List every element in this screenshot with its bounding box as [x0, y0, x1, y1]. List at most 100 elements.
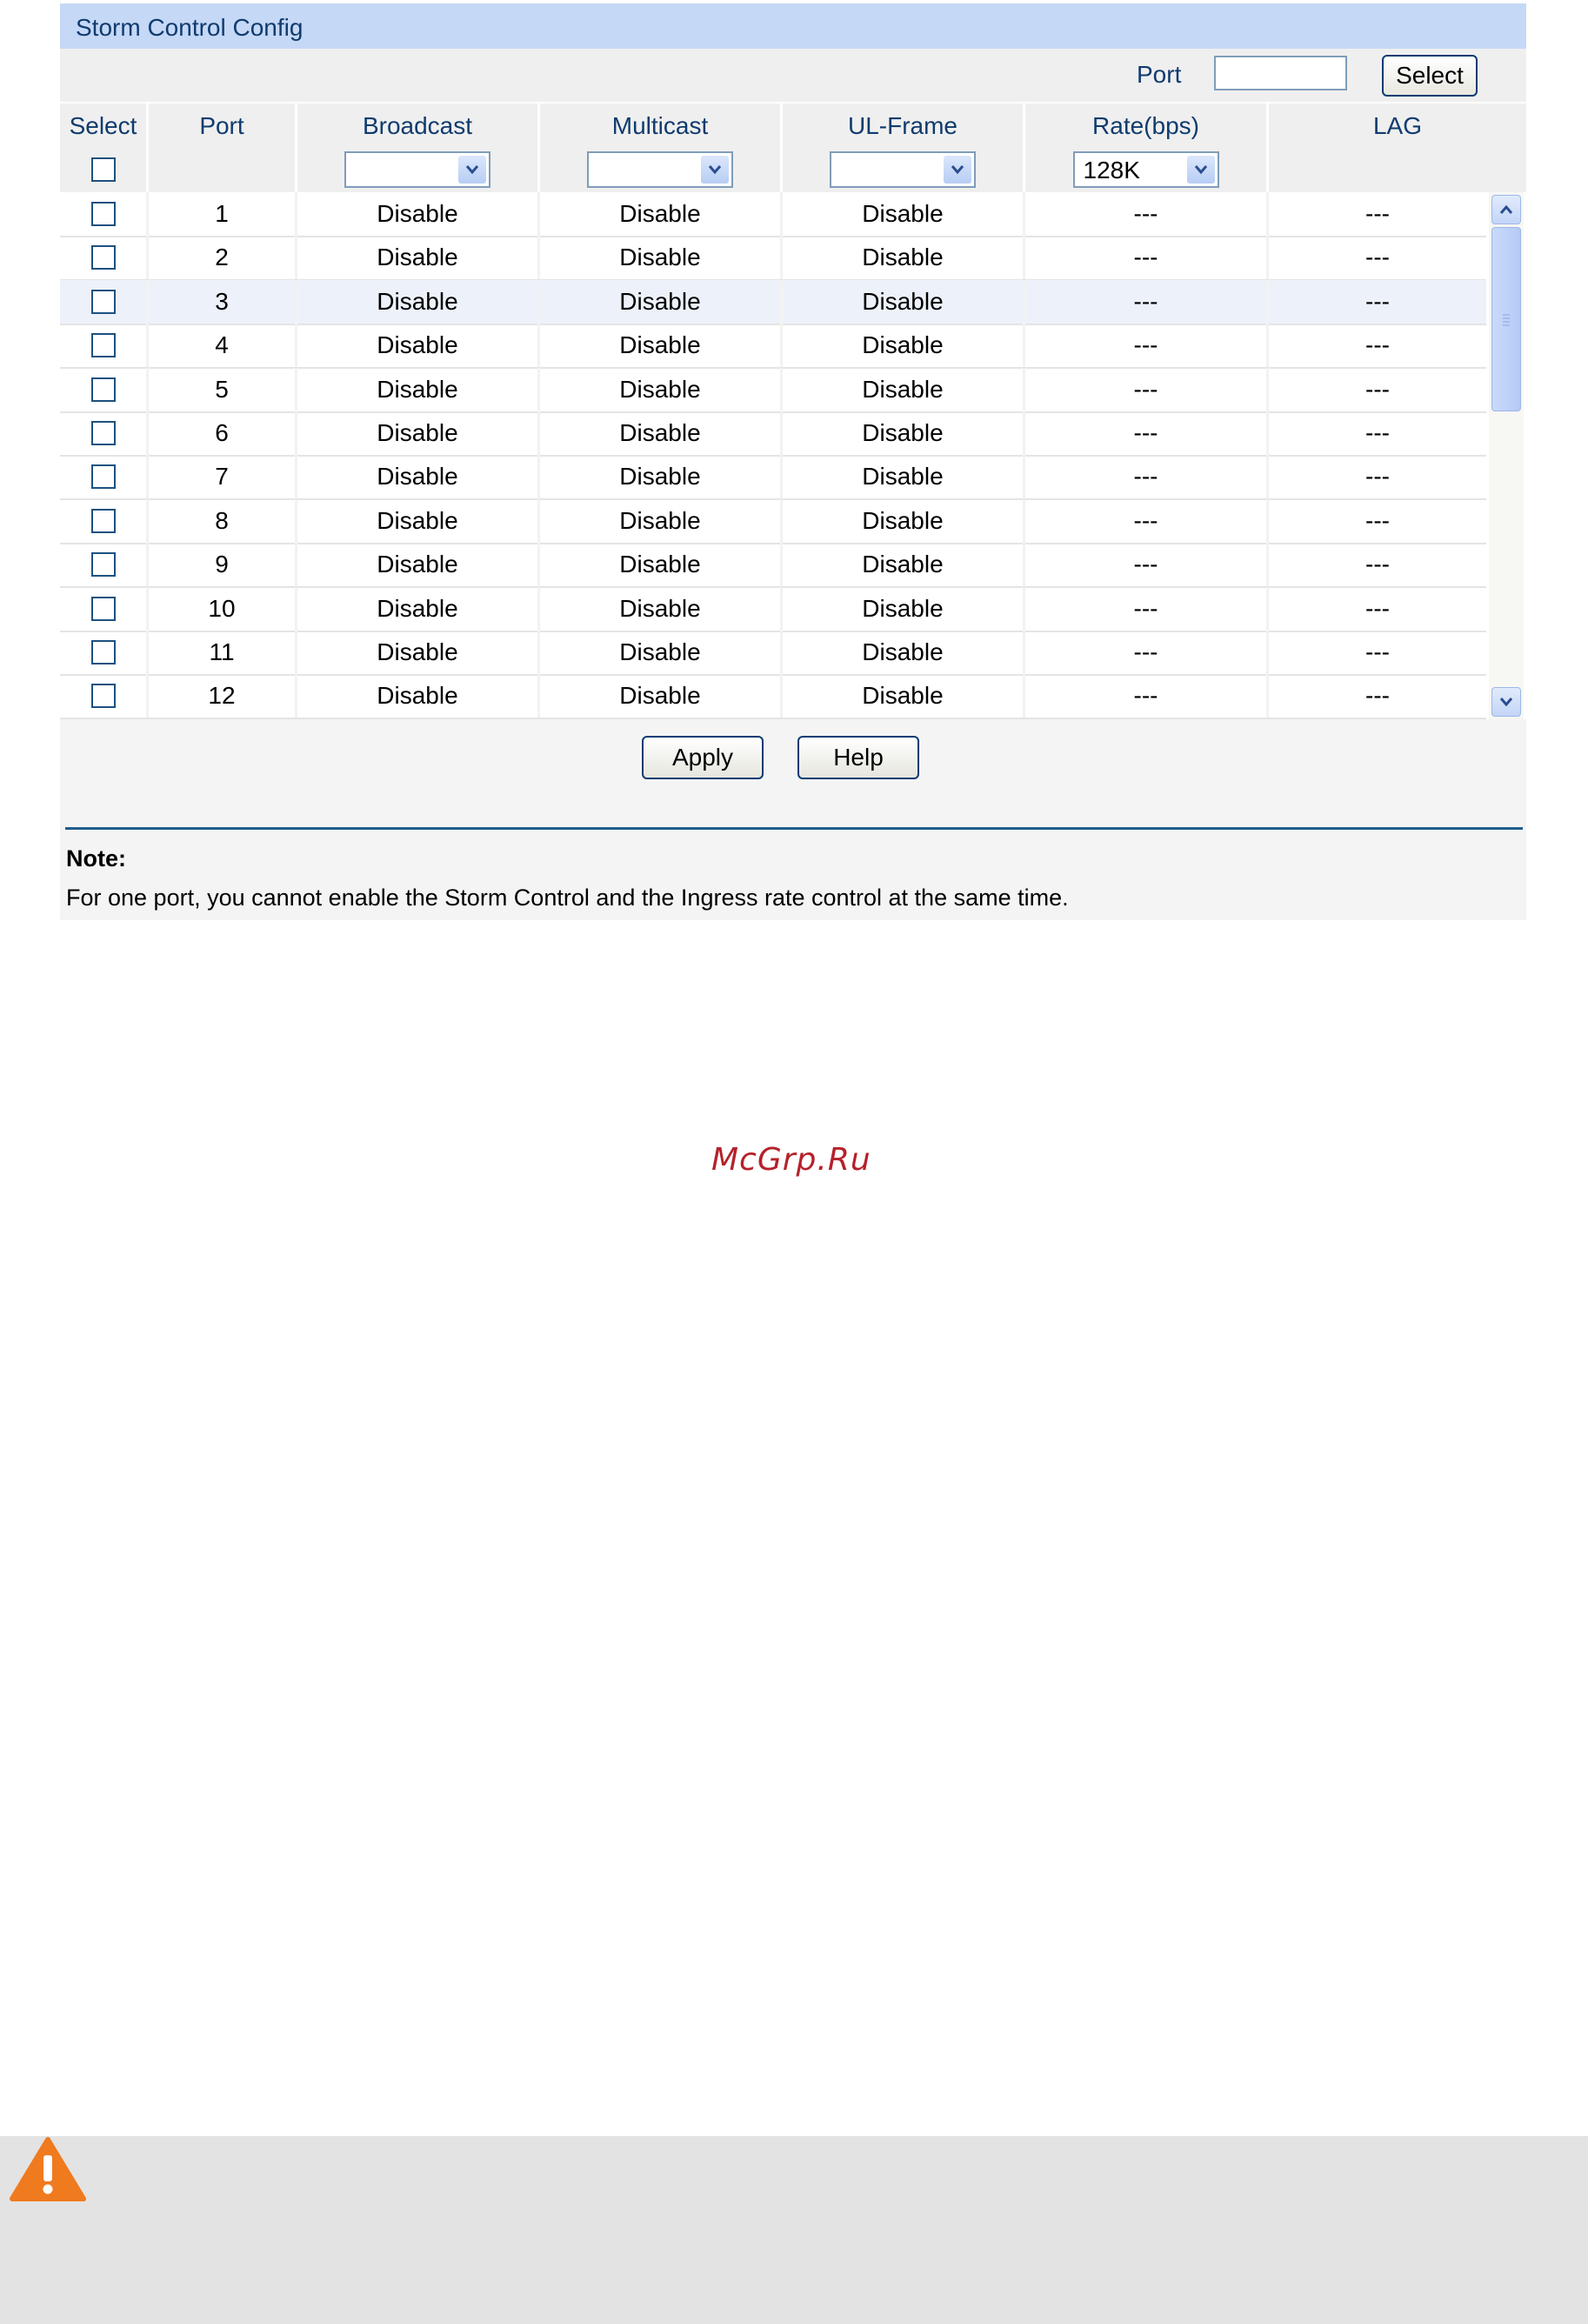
- table-row[interactable]: 4 Disable Disable Disable --- ---: [60, 324, 1486, 369]
- row-checkbox[interactable]: [90, 640, 116, 664]
- ul-frame-control-cell: [783, 147, 1025, 192]
- broadcast-value: Disable: [297, 631, 540, 674]
- lag-value: ---: [1365, 419, 1390, 446]
- lag-control-cell: [1269, 147, 1526, 192]
- multicast-value: Disable: [540, 499, 783, 543]
- row-checkbox[interactable]: [90, 245, 116, 270]
- port-label: Port: [1137, 61, 1182, 88]
- table-row[interactable]: 1 Disable Disable Disable --- ---: [60, 192, 1486, 237]
- broadcast-value: Disable: [297, 543, 540, 586]
- broadcast-value: Disable: [297, 192, 540, 236]
- port-number: 5: [149, 368, 297, 411]
- lag-value: ---: [1365, 507, 1390, 534]
- broadcast-dropdown[interactable]: [344, 151, 490, 188]
- port-number: 10: [149, 587, 297, 631]
- row-checkbox[interactable]: [90, 202, 116, 226]
- row-checkbox[interactable]: [90, 509, 116, 533]
- apply-button[interactable]: Apply: [642, 736, 764, 779]
- scrollbar-thumb[interactable]: [1491, 227, 1521, 411]
- row-checkbox[interactable]: [90, 333, 116, 357]
- multicast-value: Disable: [540, 543, 783, 586]
- row-select-cell: [60, 455, 149, 498]
- row-checkbox[interactable]: [90, 552, 116, 577]
- port-number: 9: [149, 543, 297, 586]
- table-row[interactable]: 11 Disable Disable Disable --- ---: [60, 631, 1486, 676]
- select-button[interactable]: Select: [1382, 55, 1478, 97]
- table-scrollbar[interactable]: [1489, 192, 1524, 719]
- multicast-value: Disable: [540, 674, 783, 718]
- table-row[interactable]: 6 Disable Disable Disable --- ---: [60, 411, 1486, 457]
- table-row[interactable]: 7 Disable Disable Disable --- ---: [60, 455, 1486, 500]
- rate-value: ---: [1025, 587, 1269, 631]
- help-button[interactable]: Help: [797, 736, 919, 779]
- select-all-checkbox[interactable]: [90, 157, 116, 182]
- lag-value: ---: [1365, 551, 1390, 578]
- port-number: 1: [149, 192, 297, 236]
- panel-title: Storm Control Config: [76, 14, 304, 41]
- row-select-cell: [60, 368, 149, 411]
- port-number: 6: [149, 411, 297, 455]
- table-row[interactable]: 10 Disable Disable Disable --- ---: [60, 587, 1486, 632]
- multicast-value: Disable: [540, 236, 783, 279]
- table-row[interactable]: 9 Disable Disable Disable --- ---: [60, 543, 1486, 588]
- warning-icon: [9, 2136, 87, 2202]
- lag-value: ---: [1365, 463, 1390, 490]
- table-header-row: Select Port Broadcast Multicast UL-Frame…: [60, 102, 1526, 150]
- ul-frame-value: Disable: [783, 411, 1025, 455]
- port-number: 3: [149, 280, 297, 324]
- chevron-down-icon[interactable]: [701, 156, 729, 184]
- warning-box: [0, 2136, 1588, 2324]
- multicast-value: Disable: [540, 192, 783, 236]
- chevron-down-icon[interactable]: [1186, 156, 1215, 184]
- select-all-cell: [60, 147, 149, 192]
- chevron-down-icon[interactable]: [944, 156, 971, 184]
- rate-value: ---: [1025, 368, 1269, 411]
- multicast-control-cell: [540, 147, 783, 192]
- ul-frame-value: Disable: [783, 324, 1025, 367]
- rate-value: ---: [1025, 324, 1269, 367]
- rate-dropdown[interactable]: 128K: [1072, 151, 1219, 188]
- row-checkbox[interactable]: [90, 597, 116, 621]
- ul-frame-value: Disable: [783, 192, 1025, 236]
- scroll-up-icon[interactable]: [1491, 195, 1521, 224]
- table-row[interactable]: 2 Disable Disable Disable --- ---: [60, 236, 1486, 281]
- ul-frame-value: Disable: [783, 631, 1025, 674]
- chevron-down-icon[interactable]: [458, 156, 486, 184]
- port-table-body[interactable]: 1 Disable Disable Disable --- --- 2 Disable Disa…: [60, 192, 1526, 719]
- port-input[interactable]: [1214, 56, 1347, 90]
- row-select-cell: [60, 674, 149, 718]
- row-select-cell: [60, 587, 149, 631]
- table-row[interactable]: 12 Disable Disable Disable --- ---: [60, 674, 1486, 719]
- row-select-cell: [60, 280, 149, 324]
- panel-title-bar: Storm Control Config: [60, 3, 1526, 49]
- table-row[interactable]: 3 Disable Disable Disable --- ---: [60, 280, 1486, 325]
- row-checkbox[interactable]: [90, 377, 116, 402]
- port-number: 2: [149, 236, 297, 279]
- row-checkbox[interactable]: [90, 464, 116, 489]
- lag-value: ---: [1365, 638, 1390, 665]
- row-select-cell: [60, 324, 149, 367]
- ul-frame-value: Disable: [783, 543, 1025, 586]
- table-row[interactable]: 8 Disable Disable Disable --- ---: [60, 499, 1486, 544]
- multicast-value: Disable: [540, 587, 783, 631]
- column-header-rate: Rate(bps): [1025, 104, 1269, 149]
- row-checkbox[interactable]: [90, 421, 116, 445]
- rate-value: ---: [1025, 455, 1269, 498]
- row-select-cell: [60, 192, 149, 236]
- lag-value: ---: [1365, 376, 1390, 403]
- multicast-value: Disable: [540, 280, 783, 324]
- row-checkbox[interactable]: [90, 290, 116, 314]
- row-select-cell: [60, 236, 149, 279]
- rate-value: ---: [1025, 192, 1269, 236]
- table-row[interactable]: 5 Disable Disable Disable --- ---: [60, 368, 1486, 413]
- ul-frame-dropdown[interactable]: [830, 151, 976, 188]
- row-checkbox[interactable]: [90, 684, 116, 708]
- broadcast-value: Disable: [297, 411, 540, 455]
- lag-value: ---: [1365, 244, 1390, 270]
- multicast-value: Disable: [540, 631, 783, 674]
- scroll-down-icon[interactable]: [1491, 687, 1521, 717]
- row-select-cell: [60, 631, 149, 674]
- port-number: 7: [149, 455, 297, 498]
- rate-value: ---: [1025, 543, 1269, 586]
- multicast-dropdown[interactable]: [587, 151, 733, 188]
